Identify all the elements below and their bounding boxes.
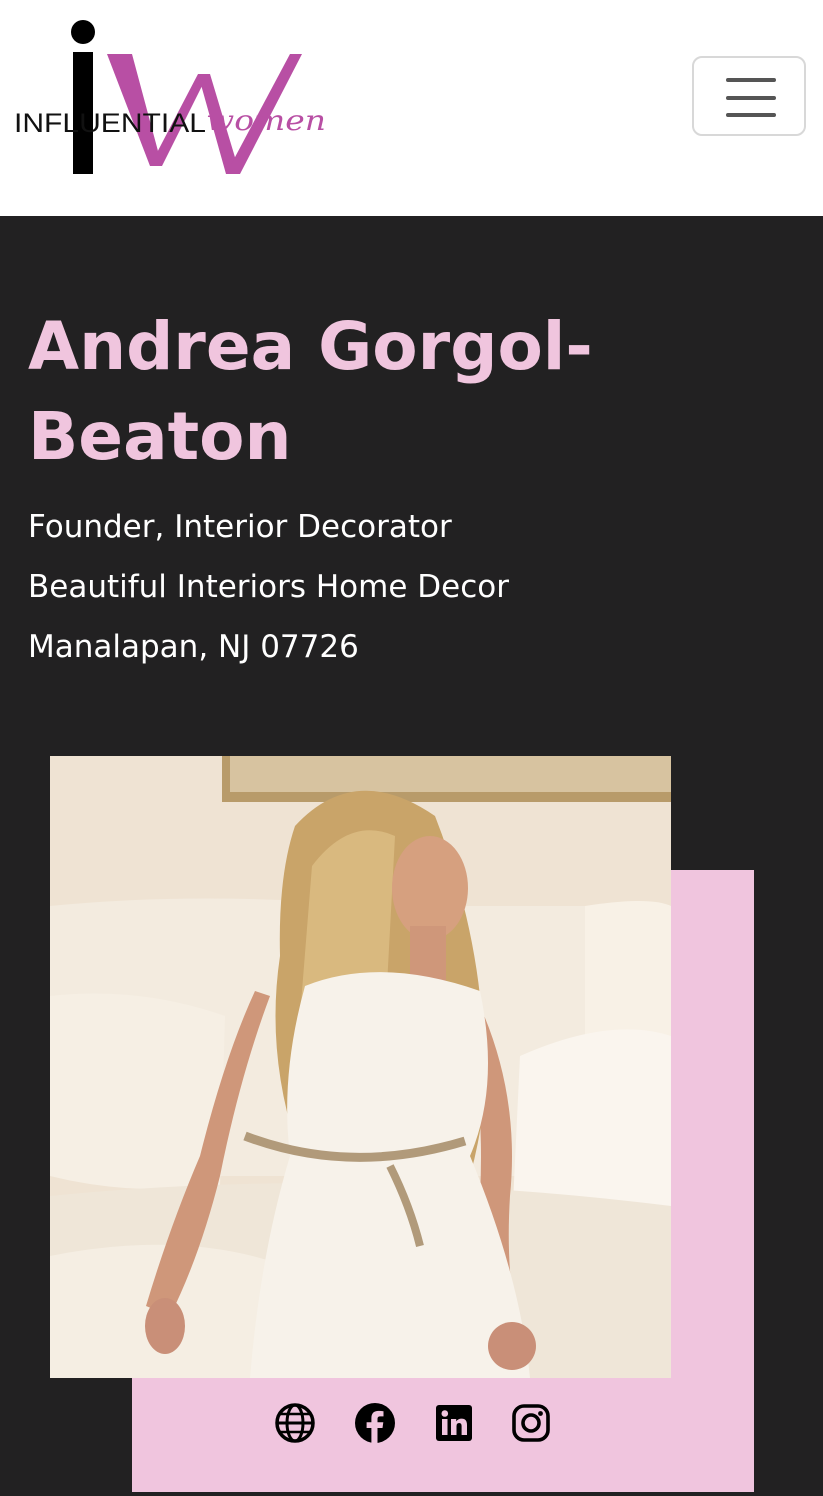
site-logo[interactable]: INFLUENTIAL women bbox=[12, 14, 332, 182]
instagram-icon bbox=[512, 1404, 550, 1442]
globe-icon bbox=[275, 1403, 315, 1443]
profile-name: Andrea Gorgol-Beaton bbox=[28, 308, 593, 475]
linkedin-icon bbox=[436, 1405, 472, 1441]
instagram-link[interactable] bbox=[510, 1402, 552, 1444]
site-header: INFLUENTIAL women bbox=[0, 0, 823, 216]
website-link[interactable] bbox=[274, 1402, 316, 1444]
profile-company: Beautiful Interiors Home Decor bbox=[28, 569, 509, 605]
linkedin-link[interactable] bbox=[433, 1402, 475, 1444]
influential-women-logo: INFLUENTIAL women bbox=[14, 20, 326, 174]
profile-title: Founder, Interior Decorator bbox=[28, 509, 452, 545]
logo-text: INFLUENTIAL bbox=[14, 108, 206, 138]
facebook-link[interactable] bbox=[354, 1402, 396, 1444]
profile-location: Manalapan, NJ 07726 bbox=[28, 629, 359, 665]
menu-toggle-button[interactable] bbox=[692, 56, 806, 136]
profile-section: Andrea Gorgol-Beaton Founder, Interior D… bbox=[0, 216, 823, 1496]
logo-script-text: women bbox=[206, 104, 326, 137]
woman-seated-on-sofa-photo bbox=[50, 756, 671, 1378]
profile-photo bbox=[50, 756, 671, 1378]
facebook-icon bbox=[355, 1403, 395, 1443]
